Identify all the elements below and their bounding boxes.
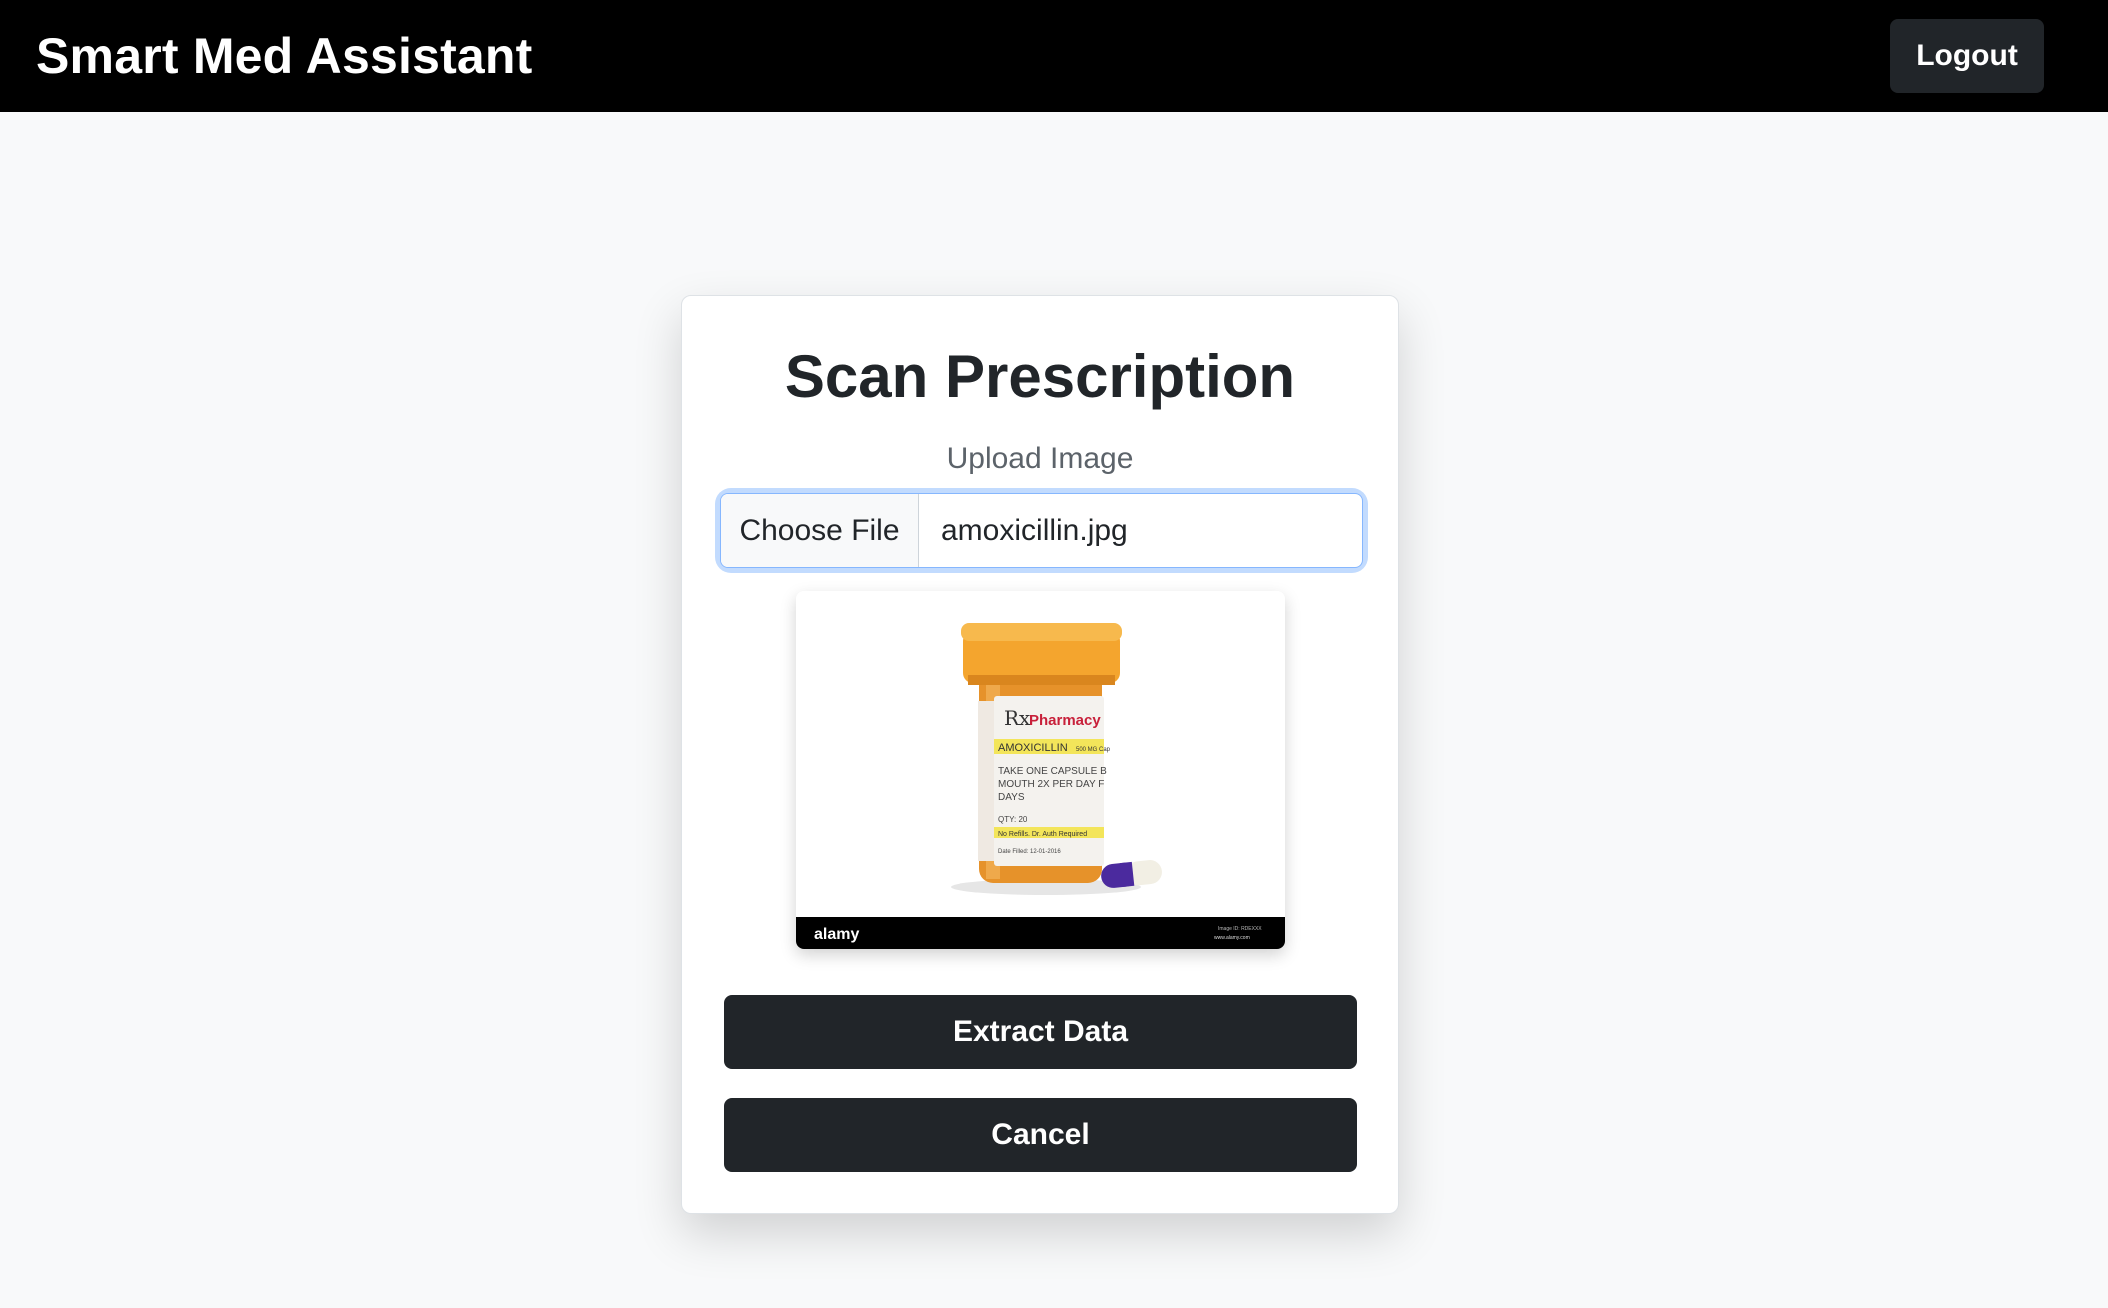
file-input[interactable]: Choose File amoxicillin.jpg: [720, 493, 1363, 568]
label-qty: QTY: 20: [998, 815, 1028, 824]
label-drug: AMOXICILLIN: [998, 742, 1068, 754]
label-pharmacy: Pharmacy: [1029, 712, 1101, 729]
label-instruction-3: DAYS: [998, 792, 1025, 803]
app-brand[interactable]: Smart Med Assistant: [36, 27, 533, 85]
page-title: Scan Prescription: [784, 343, 1296, 410]
label-refills: No Refills. Dr. Auth Required: [998, 831, 1087, 838]
label-date: Date Filled: 12-01-2016: [998, 849, 1061, 855]
file-input-focus-ring: Choose File amoxicillin.jpg: [720, 493, 1363, 568]
choose-file-button[interactable]: Choose File: [721, 494, 919, 567]
cancel-button[interactable]: Cancel: [724, 1098, 1357, 1172]
extract-data-button[interactable]: Extract Data: [724, 995, 1357, 1069]
prescription-bottle-image: Rx Pharmacy AMOXICILLIN 500 MG Cap TAKE …: [796, 591, 1285, 949]
upload-image-label: Upload Image: [946, 442, 1134, 475]
label-instruction-2: MOUTH 2X PER DAY F: [998, 779, 1104, 790]
label-instruction-1: TAKE ONE CAPSULE B: [998, 766, 1107, 777]
scan-prescription-card: Scan Prescription Upload Image Choose Fi…: [681, 295, 1399, 1214]
top-navbar: Smart Med Assistant Logout: [0, 0, 2108, 112]
selected-file-name: amoxicillin.jpg: [941, 513, 1128, 547]
logout-button[interactable]: Logout: [1890, 19, 2044, 93]
label-dose: 500 MG Cap: [1076, 747, 1111, 753]
image-preview: Rx Pharmacy AMOXICILLIN 500 MG Cap TAKE …: [796, 591, 1285, 949]
watermark-site: www.alamy.com: [1214, 935, 1250, 941]
rx-symbol: Rx: [1004, 706, 1031, 730]
watermark-id: Image ID: RDEXXX: [1218, 926, 1262, 932]
watermark-logo: alamy: [814, 926, 859, 943]
